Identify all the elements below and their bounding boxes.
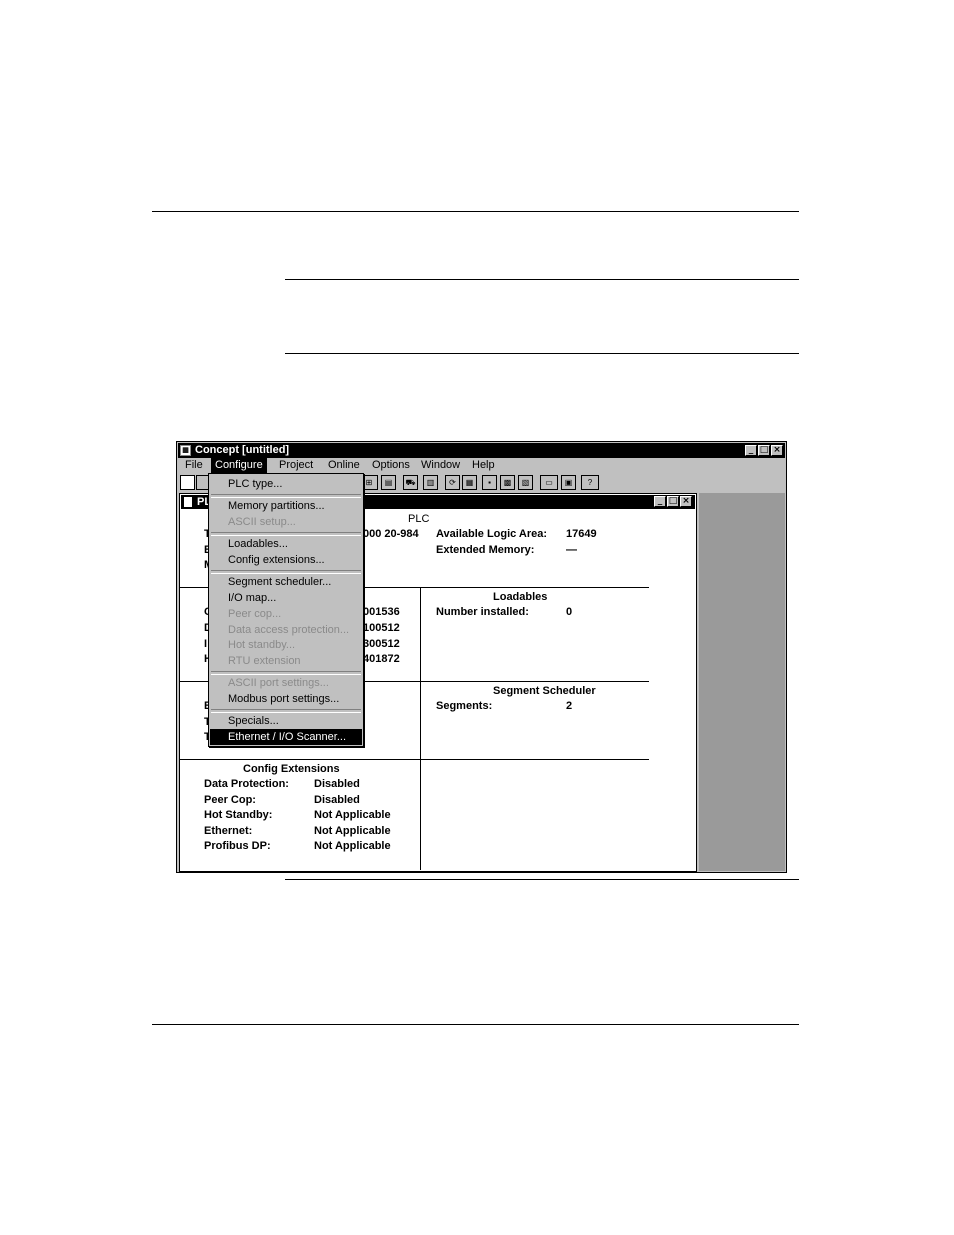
menu-item-memory-partitions[interactable]: Memory partitions...: [210, 498, 362, 514]
mdi-background: [699, 493, 785, 871]
mem-value-4: 401872: [363, 653, 400, 665]
grid-icon[interactable]: ▩: [500, 475, 515, 490]
display-icon[interactable]: ▤: [381, 475, 396, 490]
maximize-button[interactable]: □: [758, 445, 770, 456]
menu-bar: File Configure Project Online Options Wi…: [178, 458, 785, 473]
loadables-number-value: 0: [566, 606, 573, 618]
cfg-value-5: Not Applicable: [314, 840, 391, 852]
cfg-label-3: Hot Standby:: [204, 809, 273, 821]
column-divider: [420, 587, 421, 870]
segment-scheduler-heading: Segment Scheduler: [493, 685, 596, 697]
menu-item-io-map[interactable]: I/O map...: [210, 590, 362, 606]
menu-item-segment-scheduler[interactable]: Segment scheduler...: [210, 574, 362, 590]
cfg-value-1: Disabled: [314, 778, 360, 790]
cfg-label-4: Ethernet:: [204, 825, 253, 837]
app-icon[interactable]: ▦: [180, 445, 191, 456]
available-logic-value: 17649: [566, 528, 597, 540]
configure-dropdown: PLC type... Memory partitions... ASCII s…: [208, 473, 364, 747]
close-button[interactable]: ×: [771, 445, 783, 456]
cfg-label-2: Peer Cop:: [204, 794, 256, 806]
extended-memory-value: —: [566, 544, 577, 556]
help-search-icon[interactable]: ?: [581, 475, 599, 490]
divider-3: [180, 759, 649, 760]
mem-left-3: I: [204, 638, 208, 650]
network-icon[interactable]: ▣: [561, 475, 576, 490]
lock-icon[interactable]: ▪: [482, 475, 497, 490]
child-close-button[interactable]: ×: [680, 496, 692, 507]
title-bar[interactable]: ▦ Concept [untitled] _ □ ×: [178, 443, 785, 458]
menu-item-ascii-setup[interactable]: ASCII setup...: [210, 514, 362, 530]
plc-type-value: 000 20-984: [363, 528, 419, 540]
page-bottom-rule: [152, 1024, 799, 1025]
cfg-value-4: Not Applicable: [314, 825, 391, 837]
truck-icon[interactable]: ⛟: [403, 475, 418, 490]
menu-item-rtu-extension[interactable]: RTU extension: [210, 653, 362, 669]
download-icon[interactable]: ▥: [423, 475, 438, 490]
loadables-heading: Loadables: [493, 591, 548, 603]
mem-value-1: 001536: [363, 606, 400, 618]
figure-bottom-rule: [285, 879, 799, 880]
menu-item-peer-cop[interactable]: Peer cop...: [210, 606, 362, 622]
mem-value-3: 300512: [363, 638, 400, 650]
menu-item-plc-type[interactable]: PLC type...: [210, 476, 362, 492]
section-rule-1: [285, 279, 799, 280]
menu-help[interactable]: Help: [472, 458, 495, 473]
segments-value: 2: [566, 700, 573, 712]
menu-window[interactable]: Window: [421, 458, 460, 473]
cfg-value-2: Disabled: [314, 794, 360, 806]
keyboard-icon[interactable]: ▭: [540, 475, 558, 490]
section-rule-2: [285, 353, 799, 354]
config-extensions-heading: Config Extensions: [243, 763, 340, 775]
extended-memory-label: Extended Memory:: [436, 544, 535, 556]
mem-value-2: 100512: [363, 622, 400, 634]
loadables-number-label: Number installed:: [436, 606, 529, 618]
menu-item-specials[interactable]: Specials...: [210, 713, 362, 729]
minimize-button[interactable]: _: [745, 445, 757, 456]
menu-item-modbus-port-settings[interactable]: Modbus port settings...: [210, 691, 362, 707]
menu-options[interactable]: Options: [372, 458, 410, 473]
menu-item-config-extensions[interactable]: Config extensions...: [210, 552, 362, 568]
menu-project[interactable]: Project: [279, 458, 313, 473]
child-minimize-button[interactable]: _: [654, 496, 666, 507]
plc-heading: PLC: [408, 513, 430, 525]
menu-item-hot-standby[interactable]: Hot standby...: [210, 637, 362, 653]
monitor-icon[interactable]: ▧: [518, 475, 533, 490]
menu-item-data-access-protection[interactable]: Data access protection...: [210, 622, 362, 638]
child-maximize-button[interactable]: □: [667, 496, 679, 507]
page-top-rule: [152, 211, 799, 212]
cfg-label-1: Data Protection:: [204, 778, 289, 790]
available-logic-label: Available Logic Area:: [436, 528, 548, 540]
menu-configure[interactable]: Configure: [211, 458, 267, 473]
new-file-icon[interactable]: [180, 475, 195, 490]
menu-item-ethernet-io-scanner[interactable]: Ethernet / I/O Scanner...: [210, 729, 362, 745]
menu-file[interactable]: File: [185, 458, 203, 473]
cfg-label-5: Profibus DP:: [204, 840, 271, 852]
cfg-value-3: Not Applicable: [314, 809, 391, 821]
menu-online[interactable]: Online: [328, 458, 360, 473]
window-title: Concept [untitled]: [195, 444, 290, 456]
document-icon: [184, 497, 192, 507]
io-map-icon[interactable]: ▦: [462, 475, 477, 490]
menu-item-ascii-port-settings[interactable]: ASCII port settings...: [210, 675, 362, 691]
segments-label: Segments:: [436, 700, 493, 712]
refresh-icon[interactable]: ⟳: [445, 475, 460, 490]
menu-item-loadables[interactable]: Loadables...: [210, 536, 362, 552]
